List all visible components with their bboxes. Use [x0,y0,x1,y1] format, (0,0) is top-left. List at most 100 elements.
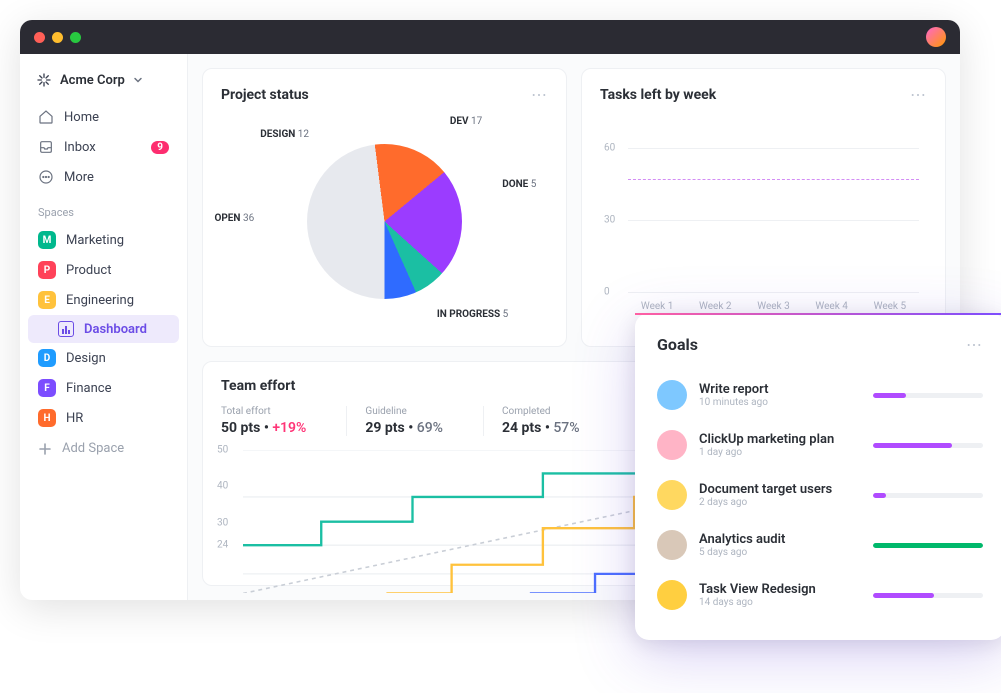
stat-label: Total effort [221,406,306,417]
traffic-lights [34,32,81,43]
y-tick: 0 [604,287,610,298]
progress-bar [873,493,983,498]
progress-bar [873,593,983,598]
avatar [657,430,687,460]
add-space-label: Add Space [62,441,124,456]
goals-card: Goals ⋯ Write report 10 minutes ago Clic… [635,313,1001,640]
space-badge-icon: E [38,291,56,309]
card-menu-button[interactable]: ⋯ [966,335,983,354]
x-label: Week 1 [641,301,674,312]
card-menu-button[interactable]: ⋯ [531,85,548,104]
space-label: Product [66,263,111,278]
close-window-button[interactable] [34,32,45,43]
nav-label: More [64,170,94,185]
maximize-window-button[interactable] [70,32,81,43]
inbox-icon [38,139,54,155]
space-label: HR [66,411,83,426]
goal-subtitle: 14 days ago [699,597,861,608]
stat-label: Guideline [365,406,443,417]
space-badge-icon: H [38,409,56,427]
minimize-window-button[interactable] [52,32,63,43]
dashboard-icon [58,321,74,337]
plus-icon [38,442,52,456]
goal-title: Task View Redesign [699,582,861,597]
workspace-switcher[interactable]: Acme Corp [28,66,179,94]
pie-label-design: DESIGN 12 [260,129,309,140]
x-label: Week 4 [815,301,848,312]
goal-title: Document target users [699,482,861,497]
stat-guideline: Guideline 29 pts • 69% [346,406,443,436]
y-tick: 50 [217,444,228,455]
stat-value: 29 pts [365,420,404,436]
stat-delta: +19% [272,420,306,436]
goal-title: Write report [699,382,861,397]
tasks-left-card: Tasks left by week ⋯ 03060 Week 1Week 2W… [581,68,946,347]
workspace-name: Acme Corp [60,73,125,88]
goal-subtitle: 1 day ago [699,447,861,458]
sidebar-space-product[interactable]: P Product [28,255,179,285]
stat-value: 50 pts [221,420,260,436]
stat-pct: 69% [417,420,443,436]
sidebar-space-design[interactable]: DDesign [28,343,179,373]
pie-label-open: OPEN 36 [214,213,254,224]
nav-inbox[interactable]: Inbox 9 [28,132,179,162]
add-space-button[interactable]: Add Space [28,433,179,464]
sidebar: Acme Corp Home Inbox 9 More Spaces M Mark… [20,54,188,600]
workspace-logo-icon [36,72,52,88]
user-avatar[interactable] [926,27,946,47]
space-label: Finance [66,381,111,396]
chevron-down-icon [133,75,143,85]
goal-row[interactable]: Analytics audit 5 days ago [657,520,983,570]
sidebar-space-hr[interactable]: H HR [28,403,179,433]
pie-chart: OPEN 36DESIGN 12DEV 17DONE 5IN PROGRESS … [221,116,548,326]
goal-subtitle: 5 days ago [699,547,861,558]
progress-bar [873,443,983,448]
space-label: Marketing [66,233,124,248]
nav-more[interactable]: More [28,162,179,192]
y-tick: 60 [604,143,615,154]
bar-chart: 03060 Week 1Week 2Week 3Week 4Week 5 [600,116,927,316]
card-title: Team effort [221,378,295,394]
y-tick: 40 [217,480,228,491]
goal-title: ClickUp marketing plan [699,432,861,447]
sidebar-item-dashboard[interactable]: Dashboard [28,315,179,343]
more-icon [38,169,54,185]
sidebar-space-marketing[interactable]: M Marketing [28,225,179,255]
y-tick: 24 [217,539,228,550]
space-label: Dashboard [84,322,147,337]
pie-label-in-progress: IN PROGRESS 5 [437,309,508,320]
inbox-badge: 9 [151,141,169,154]
nav-home[interactable]: Home [28,102,179,132]
goal-row[interactable]: ClickUp marketing plan 1 day ago [657,420,983,470]
space-badge-icon: F [38,379,56,397]
goal-row[interactable]: Write report 10 minutes ago [657,370,983,420]
nav-label: Inbox [64,140,96,155]
space-badge-icon: D [38,349,56,367]
avatar [657,480,687,510]
x-label: Week 2 [699,301,732,312]
spaces-heading: Spaces [28,192,179,225]
goal-row[interactable]: Task View Redesign 14 days ago [657,570,983,620]
goal-title: Analytics audit [699,532,861,547]
sidebar-space-engineering[interactable]: EEngineering [28,285,179,315]
goal-subtitle: 10 minutes ago [699,397,861,408]
avatar [657,580,687,610]
stat-pct: 57% [553,420,579,436]
goal-row[interactable]: Document target users 2 days ago [657,470,983,520]
space-badge-icon: P [38,261,56,279]
y-tick: 30 [604,215,615,226]
stat-total-effort: Total effort 50 pts • +19% [221,406,306,436]
progress-bar [873,393,983,398]
sidebar-space-finance[interactable]: F Finance [28,373,179,403]
card-menu-button[interactable]: ⋯ [910,85,927,104]
progress-bar [873,543,983,548]
space-badge-icon: M [38,231,56,249]
pie-label-done: DONE 5 [502,179,536,190]
y-tick: 30 [217,517,228,528]
avatar [657,380,687,410]
avatar [657,530,687,560]
x-label: Week 5 [874,301,907,312]
card-title: Project status [221,87,309,103]
stat-label: Completed [502,406,580,417]
pie-label-dev: DEV 17 [450,116,482,127]
